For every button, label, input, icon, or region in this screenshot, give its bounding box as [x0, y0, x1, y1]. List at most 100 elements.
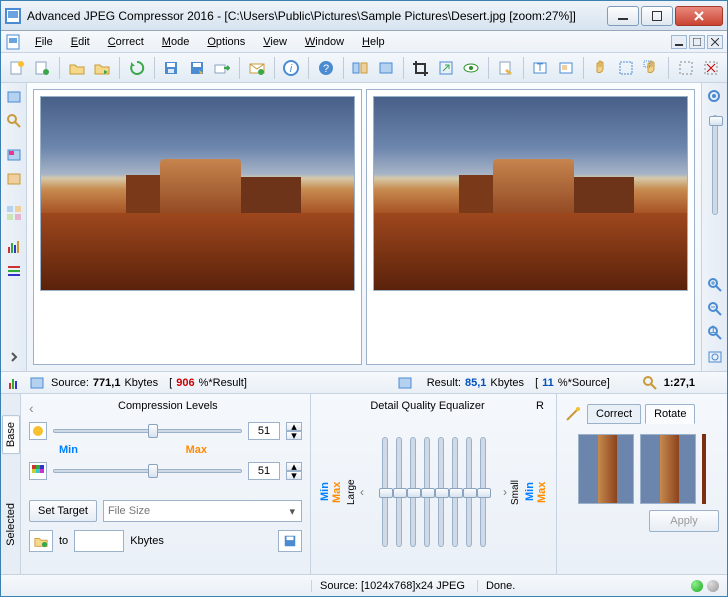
- eq-max-left: Max: [331, 481, 343, 502]
- annotate-icon[interactable]: [494, 56, 518, 80]
- svg-text:?: ?: [323, 63, 329, 75]
- rotate-scrollbar[interactable]: [702, 434, 706, 504]
- rotate-thumb-right[interactable]: [640, 434, 696, 504]
- eq-slider-2[interactable]: [396, 437, 402, 547]
- minimize-button[interactable]: [607, 6, 639, 26]
- zoom-actual-icon[interactable]: [705, 87, 725, 107]
- luma-slider[interactable]: [53, 422, 242, 440]
- eq-slider-8[interactable]: [480, 437, 486, 547]
- chroma-spin-down[interactable]: ▾: [286, 471, 302, 480]
- tab-correct[interactable]: Correct: [587, 404, 641, 424]
- equalizer-r[interactable]: R: [536, 400, 548, 416]
- save-icon[interactable]: [160, 56, 184, 80]
- mdi-restore-button[interactable]: [689, 35, 705, 49]
- watermark-image-icon[interactable]: [554, 56, 578, 80]
- zoom-fit-window-icon[interactable]: [705, 347, 725, 367]
- menu-window[interactable]: Window: [297, 34, 352, 50]
- open-folder-play-icon[interactable]: [91, 56, 115, 80]
- vertical-tabs: Base Selected: [1, 394, 21, 574]
- panel-original-icon[interactable]: [4, 145, 24, 165]
- watermark-text-icon[interactable]: T: [529, 56, 553, 80]
- source-image: [40, 96, 355, 291]
- menu-edit[interactable]: Edit: [63, 34, 98, 50]
- new-from-clipboard-icon[interactable]: [31, 56, 55, 80]
- maximize-button[interactable]: [641, 6, 673, 26]
- mdi-minimize-button[interactable]: [671, 35, 687, 49]
- target-apply-icon[interactable]: [278, 530, 302, 552]
- magnify-icon[interactable]: [4, 111, 24, 131]
- hand-icon[interactable]: [589, 56, 613, 80]
- luma-icon[interactable]: [29, 422, 47, 440]
- open-icon[interactable]: [65, 56, 89, 80]
- menu-correct[interactable]: Correct: [100, 34, 152, 50]
- set-target-button[interactable]: Set Target: [29, 500, 97, 522]
- hand-select-icon[interactable]: [640, 56, 664, 80]
- export-icon[interactable]: [211, 56, 235, 80]
- equalizer-title: Detail Quality Equalizer: [319, 400, 536, 416]
- target-mode-select[interactable]: File Size: [103, 500, 302, 522]
- target-value-input[interactable]: [74, 530, 124, 552]
- selection-rect-icon[interactable]: [674, 56, 698, 80]
- result-info-icon: [397, 375, 413, 391]
- info-icon[interactable]: i: [280, 56, 304, 80]
- menu-mode[interactable]: Mode: [154, 34, 198, 50]
- main-toolbar: i ? T: [1, 53, 727, 83]
- histogram-small-icon[interactable]: [7, 375, 23, 391]
- eq-slider-1[interactable]: [382, 437, 388, 547]
- menu-file[interactable]: File: [27, 34, 61, 50]
- new-icon[interactable]: [5, 56, 29, 80]
- zoom-in-icon[interactable]: [705, 275, 725, 295]
- save-as-icon[interactable]: [185, 56, 209, 80]
- wand-icon: [565, 406, 581, 422]
- chroma-icon[interactable]: [29, 462, 47, 480]
- eq-slider-4[interactable]: [424, 437, 430, 547]
- panel-result-icon[interactable]: [4, 169, 24, 189]
- zoom-fit-icon[interactable]: [4, 87, 24, 107]
- crop-icon[interactable]: [409, 56, 433, 80]
- info-bar: Source: 771,1 Kbytes [906%*Result] Resul…: [1, 372, 727, 394]
- resize-icon[interactable]: [434, 56, 458, 80]
- mail-icon[interactable]: [245, 56, 269, 80]
- luma-spin-down[interactable]: ▾: [286, 431, 302, 440]
- reload-icon[interactable]: [125, 56, 149, 80]
- result-ratio-suffix: %*Source]: [558, 377, 610, 389]
- deselect-icon[interactable]: [700, 56, 724, 80]
- eq-slider-6[interactable]: [452, 437, 458, 547]
- eq-slider-5[interactable]: [438, 437, 444, 547]
- tab-selected[interactable]: Selected: [2, 496, 20, 553]
- mdi-close-button[interactable]: [707, 35, 723, 49]
- chroma-slider[interactable]: [53, 462, 242, 480]
- tab-base[interactable]: Base: [2, 415, 20, 454]
- close-button[interactable]: [675, 6, 723, 26]
- eq-slider-3[interactable]: [410, 437, 416, 547]
- histogram-icon[interactable]: [4, 237, 24, 257]
- preview-container: 1: [1, 83, 727, 372]
- target-undo-icon[interactable]: [29, 530, 53, 552]
- tab-rotate[interactable]: Rotate: [645, 404, 695, 424]
- result-panel[interactable]: [366, 89, 695, 365]
- svg-text:1: 1: [709, 325, 715, 336]
- single-view-icon[interactable]: [374, 56, 398, 80]
- zoom-slider[interactable]: [712, 115, 718, 215]
- thumbnails-icon[interactable]: [4, 203, 24, 223]
- rotate-thumb-left[interactable]: [578, 434, 634, 504]
- source-ratio-open: [: [169, 377, 172, 389]
- select-icon[interactable]: [614, 56, 638, 80]
- compare-icon[interactable]: [349, 56, 373, 80]
- collapse-left-icon[interactable]: [4, 347, 24, 367]
- menu-options[interactable]: Options: [199, 34, 253, 50]
- zoom-100-icon[interactable]: 1: [705, 323, 725, 343]
- help-icon[interactable]: ?: [314, 56, 338, 80]
- levels-icon[interactable]: [4, 261, 24, 281]
- result-ratio-open: [: [535, 377, 538, 389]
- svg-text:T: T: [537, 62, 544, 74]
- source-panel[interactable]: [33, 89, 362, 365]
- apply-button[interactable]: Apply: [649, 510, 719, 532]
- redeye-icon[interactable]: [460, 56, 484, 80]
- zoom-out-icon[interactable]: [705, 299, 725, 319]
- min-label: Min: [59, 444, 78, 456]
- eq-slider-7[interactable]: [466, 437, 472, 547]
- menu-view[interactable]: View: [255, 34, 295, 50]
- result-image: [373, 96, 688, 291]
- menu-help[interactable]: Help: [354, 34, 393, 50]
